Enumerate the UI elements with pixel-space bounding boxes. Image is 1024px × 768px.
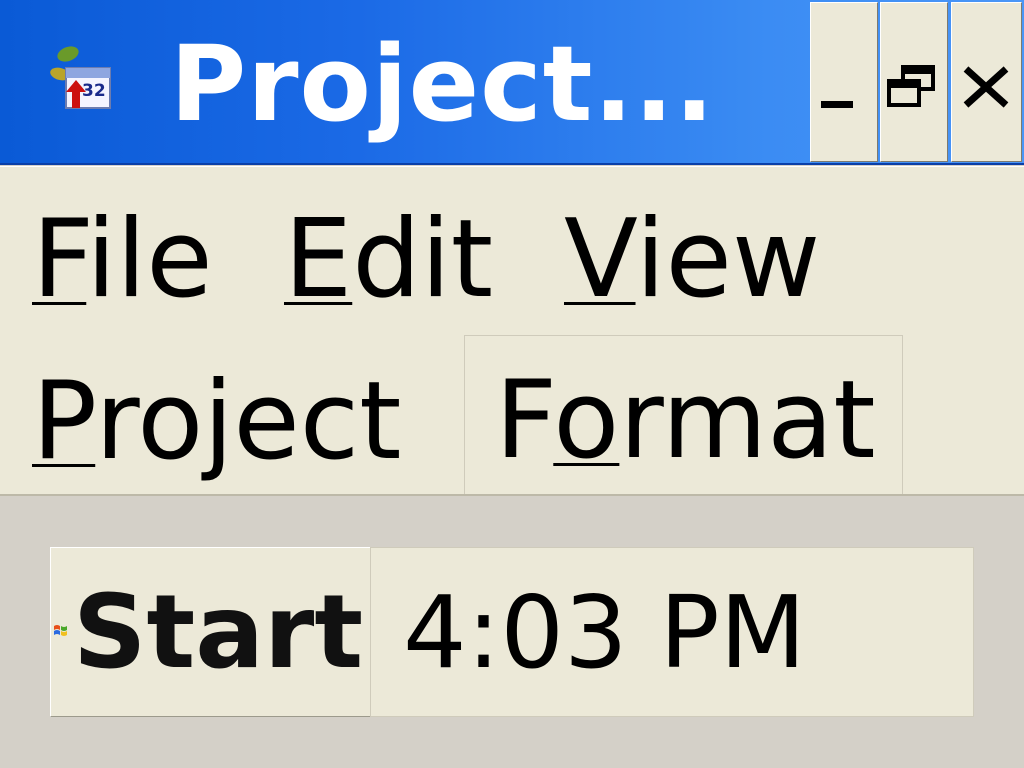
close-button[interactable] — [951, 2, 1022, 162]
restore-icon — [887, 65, 935, 107]
minimize-icon — [821, 101, 853, 108]
menu-bar-divider — [0, 494, 1024, 496]
menu-file-label: ile — [86, 197, 213, 322]
menu-format-mnemonic: o — [553, 358, 620, 483]
menu-format-label-start: F — [495, 358, 554, 483]
menu-view-label: iew — [635, 197, 821, 322]
minimize-button[interactable] — [810, 2, 878, 162]
system-clock[interactable]: 4:03 PM — [370, 547, 974, 717]
calendar-app-icon[interactable]: 32 — [46, 44, 120, 118]
menu-edit-label: dit — [352, 197, 494, 322]
windows-logo-icon — [54, 625, 67, 636]
start-label: Start — [73, 573, 364, 692]
menu-view-mnemonic: V — [564, 197, 636, 322]
screen: 32 Project... File Edit View Project For… — [0, 0, 1024, 768]
window-title: Project... — [170, 23, 716, 145]
menu-bar: File Edit View Project Format — [0, 166, 1024, 496]
menu-project-label: roject — [95, 359, 402, 484]
restore-button[interactable] — [880, 2, 948, 162]
clock-time: 4:03 PM — [403, 574, 806, 691]
taskbar: Start 4:03 PM — [0, 497, 1024, 768]
menu-file-mnemonic: F — [32, 197, 87, 322]
menu-file[interactable]: File — [32, 195, 213, 325]
menu-view[interactable]: View — [564, 195, 820, 325]
menu-format[interactable]: Format — [464, 335, 903, 495]
start-button[interactable]: Start — [50, 547, 371, 717]
menu-format-label: rmat — [619, 358, 876, 483]
menu-project-mnemonic: P — [32, 359, 96, 484]
menu-edit[interactable]: Edit — [284, 195, 493, 325]
menu-edit-mnemonic: E — [284, 197, 353, 322]
menu-project[interactable]: Project — [32, 357, 402, 487]
title-bar[interactable]: 32 Project... — [0, 0, 1024, 165]
close-icon — [963, 66, 1009, 108]
calendar-badge: 32 — [82, 81, 106, 101]
